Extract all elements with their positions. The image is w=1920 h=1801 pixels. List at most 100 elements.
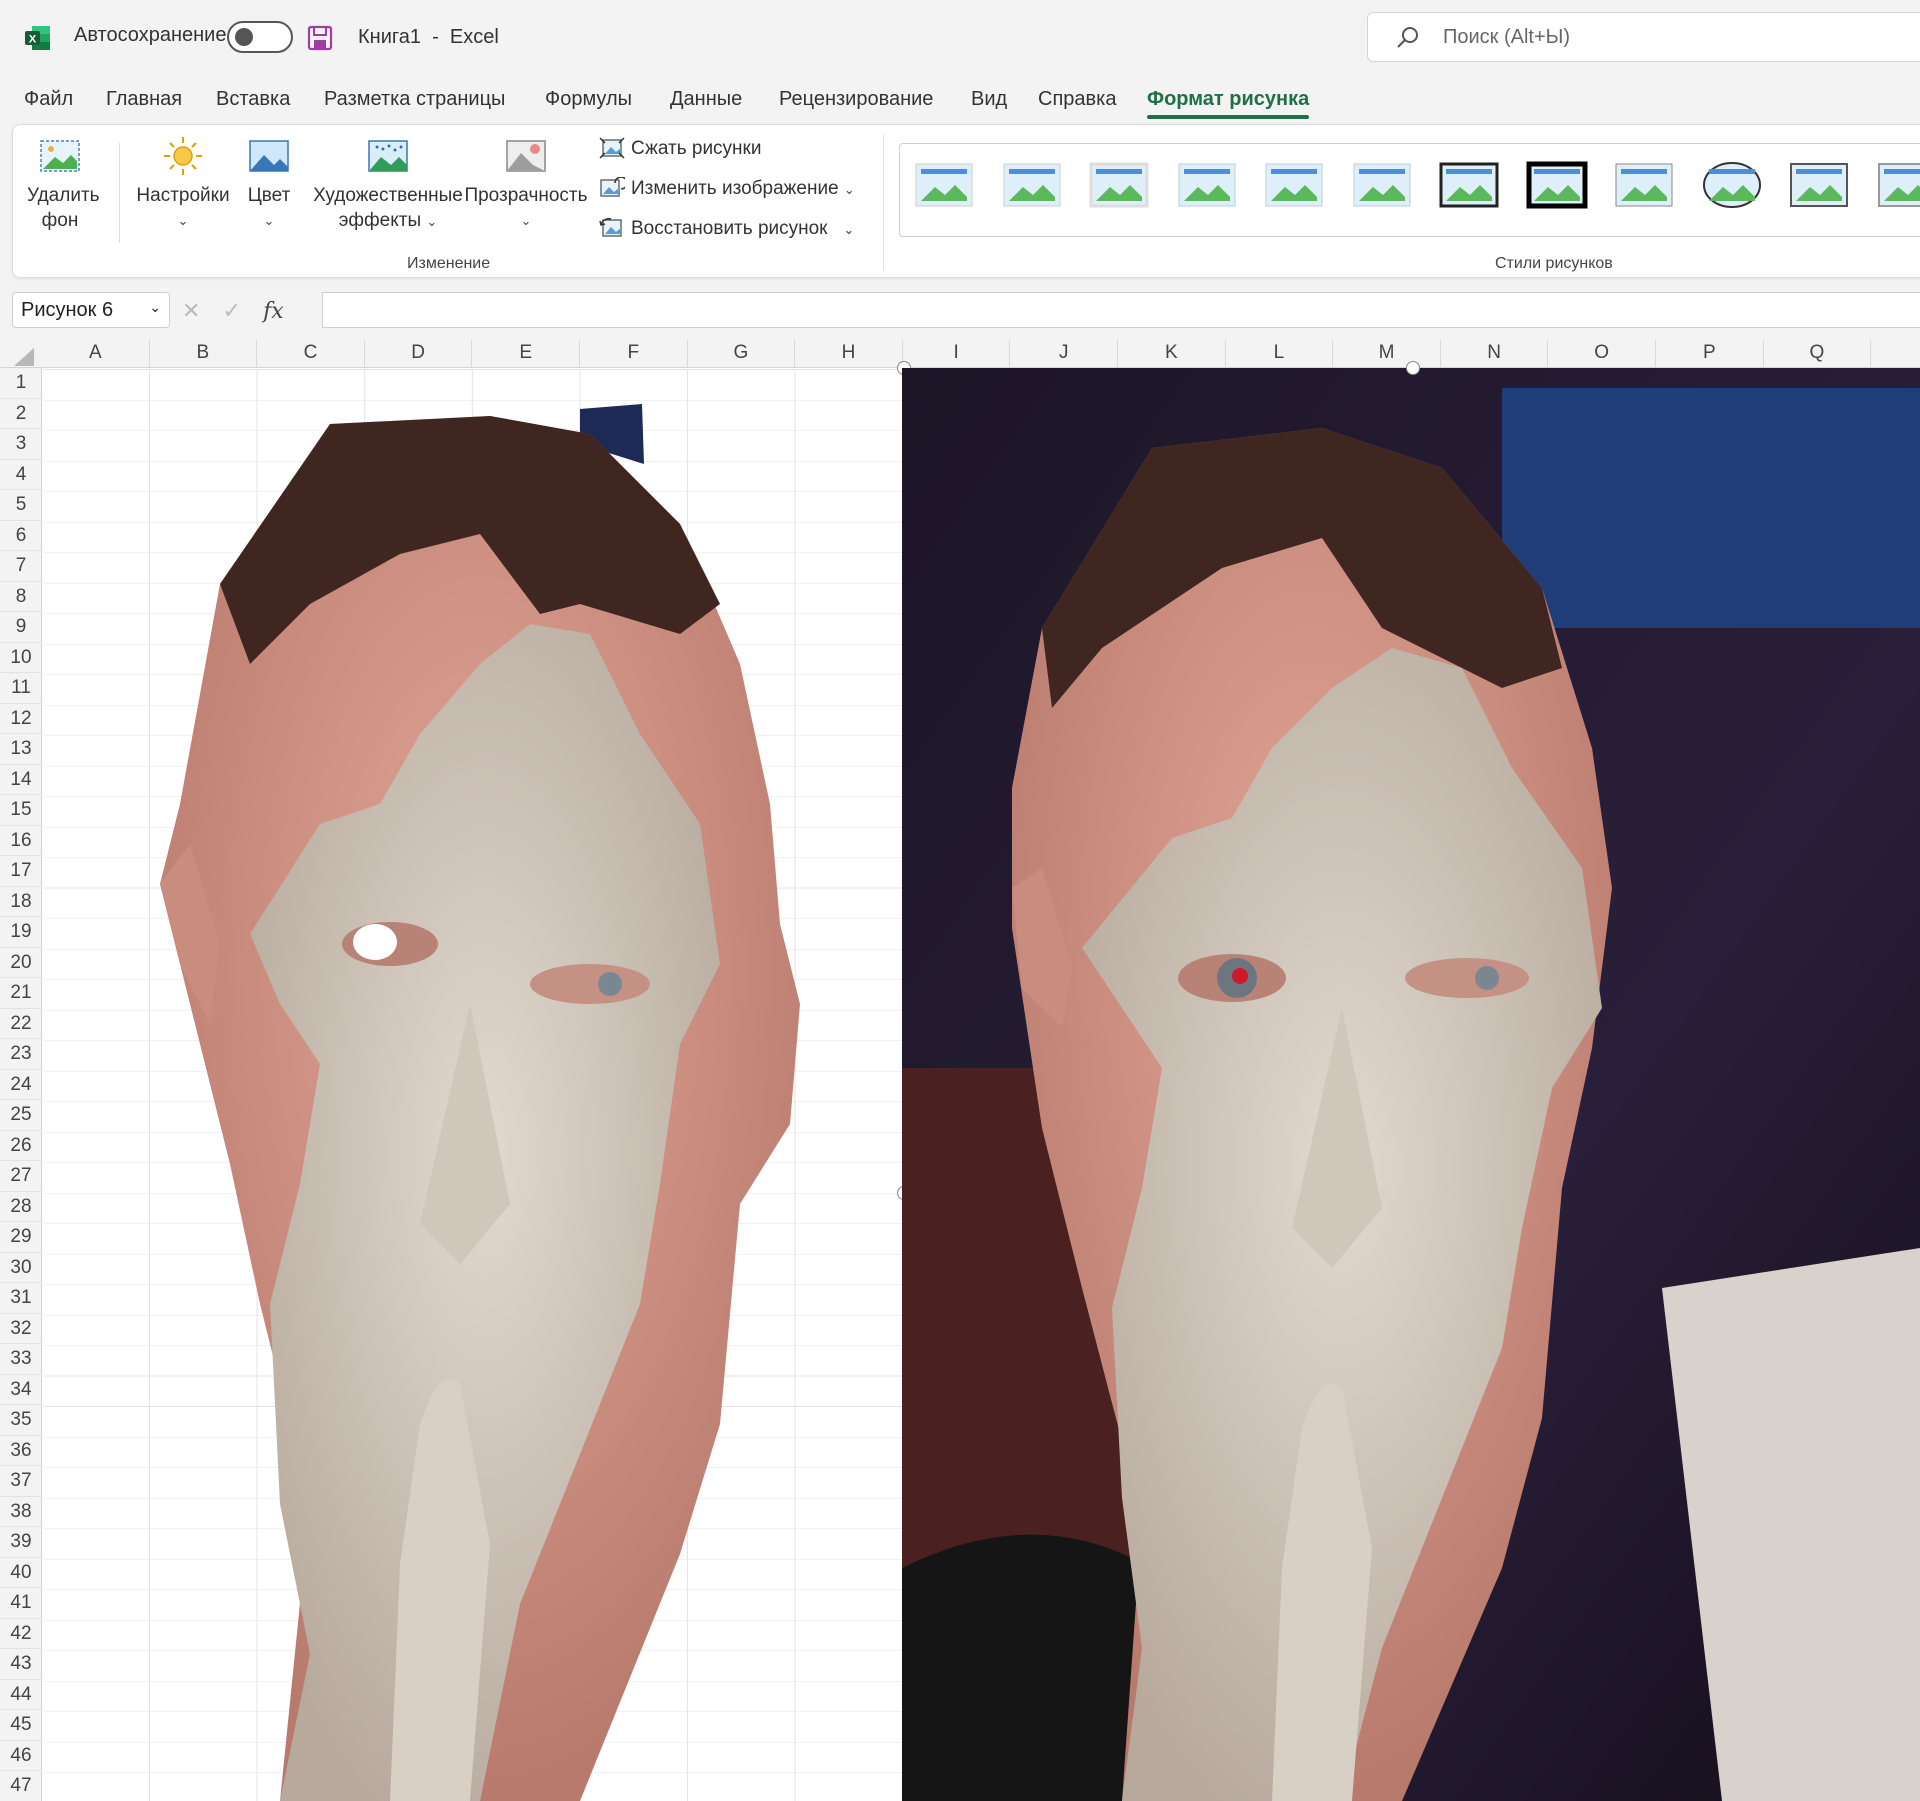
picture-style-thumb[interactable] xyxy=(1788,161,1850,213)
column-header[interactable]: E xyxy=(472,340,580,368)
row-header[interactable]: 3 xyxy=(0,429,42,460)
cancel-icon[interactable]: ✕ xyxy=(182,298,200,323)
row-header[interactable]: 9 xyxy=(0,612,42,643)
row-header[interactable]: 35 xyxy=(0,1405,42,1436)
picture-style-thumb[interactable] xyxy=(1088,161,1150,213)
insert-function-icon[interactable]: fx xyxy=(263,299,284,324)
row-header[interactable]: 23 xyxy=(0,1039,42,1070)
row-header[interactable]: 30 xyxy=(0,1253,42,1283)
row-header[interactable]: 33 xyxy=(0,1344,42,1375)
column-header[interactable]: F xyxy=(580,340,688,368)
row-header[interactable]: 13 xyxy=(0,734,42,765)
row-header[interactable]: 6 xyxy=(0,521,42,551)
column-header[interactable]: Q xyxy=(1764,340,1872,368)
row-header[interactable]: 28 xyxy=(0,1192,42,1222)
row-header[interactable]: 5 xyxy=(0,490,42,521)
column-header[interactable]: O xyxy=(1548,340,1656,368)
column-header[interactable]: A xyxy=(42,340,150,368)
name-box[interactable]: Рисунок 6 ⌄ xyxy=(12,292,170,328)
row-header[interactable]: 19 xyxy=(0,917,42,948)
tab-home[interactable]: Главная xyxy=(106,88,182,111)
row-header[interactable]: 14 xyxy=(0,765,42,795)
row-header[interactable]: 17 xyxy=(0,856,42,887)
column-header[interactable]: H xyxy=(795,340,903,368)
tab-help[interactable]: Справка xyxy=(1038,88,1116,111)
tab-file[interactable]: Файл xyxy=(24,88,73,111)
row-header[interactable]: 21 xyxy=(0,978,42,1009)
row-header[interactable]: 27 xyxy=(0,1161,42,1192)
row-header[interactable]: 26 xyxy=(0,1131,42,1161)
column-header[interactable]: M xyxy=(1333,340,1441,368)
column-header[interactable]: D xyxy=(365,340,473,368)
select-all-corner[interactable] xyxy=(14,348,34,366)
tab-insert[interactable]: Вставка xyxy=(216,88,290,111)
column-header[interactable]: J xyxy=(1010,340,1118,368)
row-header[interactable]: 47 xyxy=(0,1771,42,1801)
column-header[interactable]: P xyxy=(1656,340,1764,368)
row-header[interactable]: 22 xyxy=(0,1009,42,1039)
row-header[interactable]: 29 xyxy=(0,1222,42,1253)
row-header[interactable]: 20 xyxy=(0,948,42,978)
selection-handle[interactable] xyxy=(1406,361,1420,375)
picture-style-thumb[interactable] xyxy=(913,161,975,213)
tab-view[interactable]: Вид xyxy=(971,88,1007,111)
row-header[interactable]: 32 xyxy=(0,1314,42,1344)
corrections-button[interactable]: Настройки ⌄ xyxy=(131,135,235,233)
picture-original[interactable] xyxy=(902,368,1920,1801)
column-header[interactable]: B xyxy=(150,340,258,368)
row-header[interactable]: 7 xyxy=(0,551,42,582)
picture-style-thumb[interactable] xyxy=(1526,161,1588,213)
column-header[interactable]: I xyxy=(903,340,1011,368)
row-header[interactable]: 16 xyxy=(0,826,42,856)
reset-picture-button[interactable]: Восстановить рисунок ⌄ xyxy=(599,217,854,240)
picture-style-thumb[interactable] xyxy=(1351,161,1413,213)
picture-style-thumb[interactable] xyxy=(1176,161,1238,213)
tab-data[interactable]: Данные xyxy=(670,88,742,111)
tab-review[interactable]: Рецензирование xyxy=(779,88,933,111)
change-picture-button[interactable]: Изменить изображение ⌄ xyxy=(599,176,855,200)
row-header[interactable]: 11 xyxy=(0,673,42,704)
column-header[interactable]: G xyxy=(688,340,796,368)
row-header[interactable]: 8 xyxy=(0,582,42,612)
picture-style-thumb[interactable] xyxy=(1001,161,1063,213)
row-header[interactable]: 34 xyxy=(0,1375,42,1405)
picture-style-thumb[interactable] xyxy=(1263,161,1325,213)
row-header[interactable]: 10 xyxy=(0,643,42,673)
remove-background-button[interactable]: Удалить фон xyxy=(27,135,100,233)
row-header[interactable]: 43 xyxy=(0,1649,42,1680)
row-header[interactable]: 31 xyxy=(0,1283,42,1314)
picture-background-removed[interactable] xyxy=(160,404,880,1801)
artistic-effects-button[interactable]: Художественные эффекты ⌄ xyxy=(303,135,473,234)
chevron-down-icon[interactable]: ⌄ xyxy=(149,299,161,316)
color-button[interactable]: Цвет ⌄ xyxy=(239,135,299,233)
row-header[interactable]: 42 xyxy=(0,1619,42,1649)
column-header[interactable]: C xyxy=(257,340,365,368)
row-header[interactable]: 36 xyxy=(0,1436,42,1466)
tab-picture-format[interactable]: Формат рисунка xyxy=(1147,88,1310,119)
picture-style-thumb[interactable] xyxy=(1876,161,1920,213)
transparency-button[interactable]: Прозрачность ⌄ xyxy=(461,135,591,233)
row-header[interactable]: 18 xyxy=(0,887,42,917)
column-header[interactable]: K xyxy=(1118,340,1226,368)
row-header[interactable]: 25 xyxy=(0,1100,42,1131)
formula-input[interactable] xyxy=(322,292,1920,328)
row-header[interactable]: 39 xyxy=(0,1527,42,1558)
column-header[interactable]: N xyxy=(1441,340,1549,368)
row-header[interactable]: 15 xyxy=(0,795,42,826)
row-header[interactable]: 37 xyxy=(0,1466,42,1497)
compress-pictures-button[interactable]: Сжать рисунки xyxy=(599,137,761,160)
row-header[interactable]: 1 xyxy=(0,368,42,399)
save-icon[interactable] xyxy=(306,24,334,52)
tab-formulas[interactable]: Формулы xyxy=(545,88,632,111)
row-header[interactable]: 41 xyxy=(0,1588,42,1619)
enter-icon[interactable]: ✓ xyxy=(223,298,241,323)
row-header[interactable]: 2 xyxy=(0,399,42,429)
search-box[interactable]: Поиск (Alt+Ы) xyxy=(1367,12,1920,62)
row-header[interactable]: 44 xyxy=(0,1680,42,1710)
row-header[interactable]: 45 xyxy=(0,1710,42,1741)
row-header[interactable]: 12 xyxy=(0,704,42,734)
autosave-toggle[interactable] xyxy=(227,21,293,53)
row-header[interactable]: 4 xyxy=(0,460,42,490)
row-header[interactable]: 24 xyxy=(0,1070,42,1100)
picture-style-thumb[interactable] xyxy=(1438,161,1500,213)
